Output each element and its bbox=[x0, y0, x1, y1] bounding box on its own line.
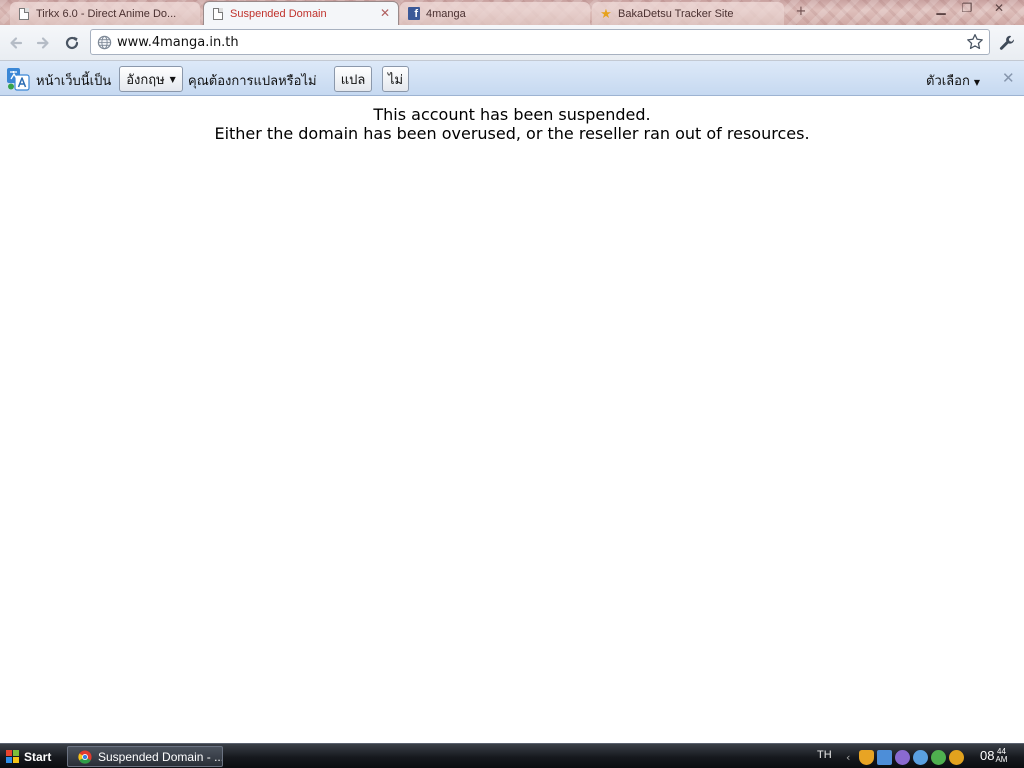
page-icon bbox=[18, 7, 30, 21]
restore-button[interactable]: ❐ bbox=[955, 0, 979, 18]
close-tab-icon[interactable]: ✕ bbox=[380, 6, 390, 20]
translate-prefix-label: หน้าเว็บนี้เป็น bbox=[36, 74, 112, 89]
suspended-message: This account has been suspended. bbox=[373, 105, 651, 124]
sync-icon[interactable] bbox=[895, 749, 910, 765]
back-arrow-icon bbox=[10, 37, 23, 49]
bookmark-star-button[interactable] bbox=[962, 30, 988, 54]
tab-title: Tirkx 6.0 - Direct Anime Do... bbox=[36, 7, 177, 20]
forward-button[interactable] bbox=[31, 31, 55, 55]
translate-options-button[interactable]: ตัวเลือก ▼ bbox=[926, 70, 980, 91]
url-input[interactable] bbox=[117, 34, 989, 50]
tab-title: BakaDetsu Tracker Site bbox=[618, 7, 734, 20]
close-infobar-icon[interactable]: ✕ bbox=[1002, 69, 1015, 87]
facebook-icon: f bbox=[408, 7, 420, 21]
suspended-reason: Either the domain has been overused, or … bbox=[214, 124, 810, 143]
windows-logo-icon bbox=[6, 750, 19, 763]
translate-question-label: คุณต้องการแปลหรือไม่ bbox=[188, 74, 317, 89]
omnibox[interactable] bbox=[90, 29, 990, 55]
users-icon[interactable] bbox=[931, 749, 946, 765]
page-content: This account has been suspended. Either … bbox=[0, 97, 1024, 743]
back-button[interactable] bbox=[4, 31, 28, 55]
tab-strip: Tirkx 6.0 - Direct Anime Do... Suspended… bbox=[0, 0, 1024, 25]
chrome-tray-icon[interactable] bbox=[949, 749, 964, 765]
clock-hour: 08 bbox=[980, 748, 995, 763]
tab-title: Suspended Domain bbox=[230, 7, 327, 20]
new-tab-button[interactable]: + bbox=[790, 4, 812, 20]
browser-toolbar bbox=[0, 25, 1024, 61]
translate-button-label: แปล bbox=[340, 72, 366, 88]
translate-icon bbox=[7, 68, 30, 91]
chrome-icon bbox=[78, 749, 92, 764]
volume-icon[interactable] bbox=[913, 749, 928, 765]
reload-icon bbox=[65, 36, 79, 50]
system-tray: ‹ bbox=[846, 747, 964, 767]
taskbar: Start Suspended Domain - ... TH ‹ 08 44 AM bbox=[0, 743, 1024, 768]
star-outline-icon bbox=[967, 33, 983, 50]
tab-title: 4manga bbox=[426, 7, 466, 20]
tab-bakadetsu[interactable]: ★ BakaDetsu Tracker Site bbox=[592, 2, 784, 25]
globe-icon bbox=[97, 35, 112, 49]
tab-4manga[interactable]: f 4manga bbox=[400, 2, 590, 25]
star-icon: ★ bbox=[600, 6, 612, 21]
settings-wrench-button[interactable] bbox=[995, 31, 1019, 55]
translate-button[interactable]: แปล bbox=[334, 66, 372, 92]
translate-infobar: หน้าเว็บนี้เป็น อังกฤษ ▼ คุณต้องการแปลหร… bbox=[0, 61, 1024, 96]
reload-button[interactable] bbox=[60, 31, 84, 55]
minimize-button[interactable]: ▁ bbox=[928, 0, 954, 18]
taskbar-item-chrome[interactable]: Suspended Domain - ... bbox=[67, 746, 223, 767]
no-button-label: ไม่ bbox=[387, 72, 404, 88]
language-select[interactable]: อังกฤษ ▼ bbox=[119, 66, 183, 92]
forward-arrow-icon bbox=[36, 37, 49, 49]
tab-tirkx[interactable]: Tirkx 6.0 - Direct Anime Do... bbox=[10, 2, 200, 25]
chevron-down-icon: ▼ bbox=[973, 78, 980, 87]
chevron-down-icon: ▼ bbox=[169, 74, 176, 84]
options-label: ตัวเลือก bbox=[926, 74, 970, 89]
wrench-icon bbox=[999, 35, 1015, 50]
clock-ampm: AM bbox=[995, 755, 1008, 764]
start-button[interactable]: Start bbox=[2, 746, 58, 767]
tab-suspended-domain[interactable]: Suspended Domain ✕ bbox=[203, 1, 399, 25]
language-select-value: อังกฤษ bbox=[126, 72, 165, 88]
page-icon bbox=[212, 7, 224, 21]
input-language-indicator[interactable]: TH bbox=[817, 749, 832, 761]
taskbar-clock[interactable]: 08 44 AM bbox=[980, 748, 1007, 764]
taskbar-item-label: Suspended Domain - ... bbox=[98, 749, 223, 764]
close-window-button[interactable]: ✕ bbox=[984, 0, 1014, 18]
start-label: Start bbox=[24, 749, 52, 764]
network-icon[interactable] bbox=[877, 749, 892, 765]
no-translate-button[interactable]: ไม่ bbox=[382, 66, 409, 92]
tray-expand-icon[interactable]: ‹ bbox=[846, 751, 856, 764]
shield-icon[interactable] bbox=[859, 749, 874, 765]
